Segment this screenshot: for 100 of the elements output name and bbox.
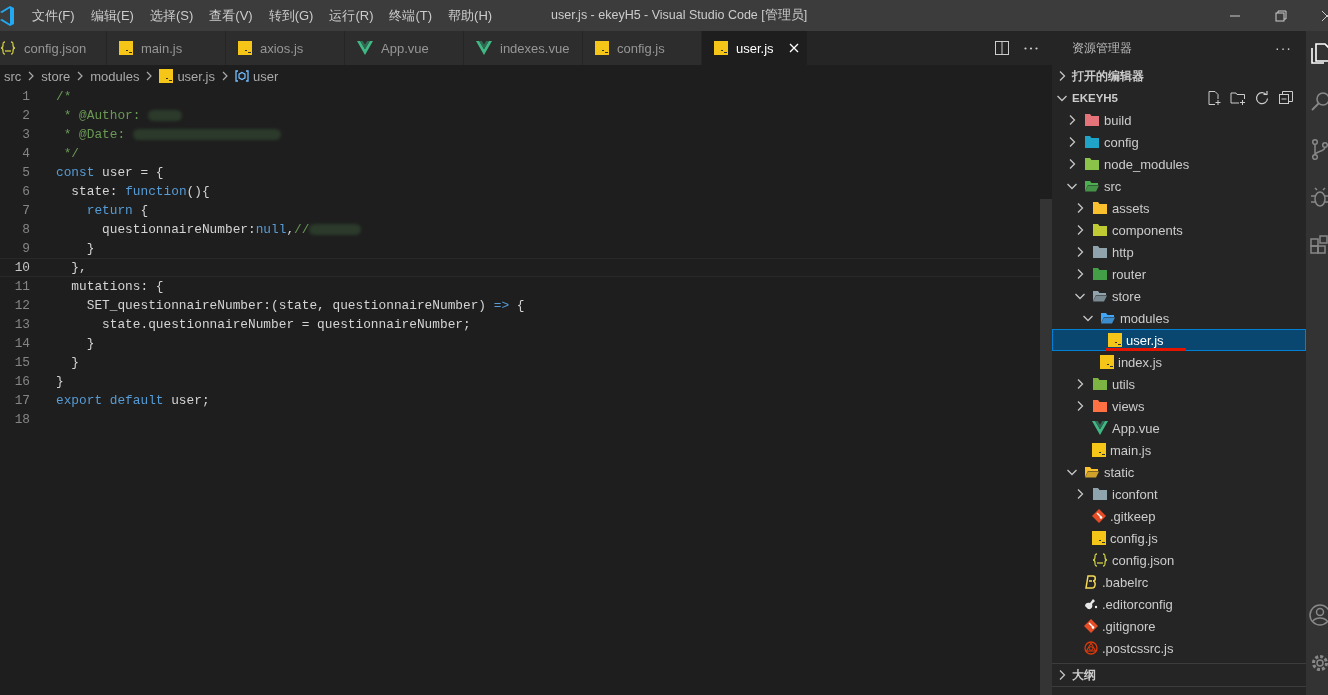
tree-item[interactable]: .babelrc <box>1052 571 1306 593</box>
js-file-icon <box>1092 531 1106 545</box>
js-file-icon <box>1092 443 1106 457</box>
line-number: 5 <box>21 165 30 180</box>
close-icon <box>789 43 799 53</box>
editor-tab[interactable]: user.js <box>702 31 808 65</box>
code-text: * @Author: <box>62 108 142 123</box>
js-file-icon <box>714 41 728 55</box>
diamond-icon <box>1084 619 1098 633</box>
breadcrumb-item[interactable]: modules <box>90 68 140 84</box>
tree-item[interactable]: .postcssrc.js <box>1052 637 1306 659</box>
tree-item[interactable]: static <box>1052 461 1306 483</box>
files-icon[interactable] <box>1308 41 1328 65</box>
code-text: null <box>255 222 287 237</box>
section-header[interactable]: 打开的编辑器 <box>1052 65 1306 87</box>
circle-target-icon <box>1084 641 1098 655</box>
editor-tab[interactable]: config.json <box>0 31 107 65</box>
code-text: SET_questionnaireNumber:(state, questionnaireNumber) <box>85 298 488 313</box>
code-text: state.questionnaireNumber = questionnaireNumber; <box>101 317 471 332</box>
tree-item[interactable]: src <box>1052 175 1306 197</box>
tree-item[interactable]: config <box>1052 131 1306 153</box>
breadcrumb-item[interactable]: user <box>252 68 279 84</box>
code-text: /* <box>56 89 72 104</box>
tree-item[interactable]: assets <box>1052 197 1306 219</box>
code-text: mutations: { <box>70 279 164 294</box>
tree-item[interactable]: store <box>1052 285 1306 307</box>
b-letter-icon <box>1084 575 1098 589</box>
line-number: 7 <box>21 203 30 218</box>
tree-item[interactable]: components <box>1052 219 1306 241</box>
tree-item[interactable]: index.js <box>1052 351 1306 373</box>
line-number: 15 <box>13 355 30 370</box>
tree-item[interactable]: main.js <box>1052 439 1306 461</box>
tree-item[interactable]: router <box>1052 263 1306 285</box>
menu-item[interactable]: 终端(T) <box>381 0 441 31</box>
symbol-icon <box>234 69 249 83</box>
new-file-icon <box>1206 90 1222 106</box>
editor-tab[interactable]: axios.js <box>226 31 345 65</box>
code-text: user = { <box>101 165 164 180</box>
bug-icon[interactable] <box>1308 185 1328 209</box>
code-text: (){ <box>186 184 210 199</box>
section-header[interactable]: EKEYH5 <box>1052 87 1206 109</box>
account-icon[interactable] <box>1308 603 1328 627</box>
breadcrumb-item[interactable]: src <box>4 68 22 84</box>
editor-tab[interactable]: App.vue <box>345 31 464 65</box>
code-text: // <box>294 222 310 237</box>
tree-item[interactable]: config.json <box>1052 549 1306 571</box>
line-number: 10 <box>13 260 30 275</box>
code-text: => <box>493 298 510 313</box>
tree-item[interactable]: views <box>1052 395 1306 417</box>
more-icon <box>1024 46 1038 50</box>
braces-icon <box>1092 553 1108 567</box>
sidebar-title: 资源管理器 <box>1072 39 1132 57</box>
section-header[interactable]: 大纲 <box>1052 664 1306 687</box>
menu-item[interactable]: 转到(G) <box>260 0 322 31</box>
menu-item[interactable]: 运行(R) <box>321 0 382 31</box>
extensions-icon[interactable] <box>1308 233 1328 257</box>
code-text: { <box>139 203 149 218</box>
tree-item[interactable]: iconfont <box>1052 483 1306 505</box>
tree-item[interactable]: user.js <box>1052 329 1306 351</box>
tree-item[interactable]: modules <box>1052 307 1306 329</box>
line-number: 12 <box>13 298 30 313</box>
line-number: 3 <box>21 127 30 142</box>
line-number: 1 <box>21 89 30 104</box>
code-text: } <box>56 374 64 389</box>
menu-item[interactable]: 选择(S) <box>141 0 202 31</box>
code-text: */ <box>62 146 80 161</box>
tree-item[interactable]: node_modules <box>1052 153 1306 175</box>
tree-item[interactable]: .gitkeep <box>1052 505 1306 527</box>
vue-file-icon <box>357 41 373 55</box>
code-text: } <box>85 241 95 256</box>
code-text: const <box>56 165 95 180</box>
code-text: } <box>70 355 80 370</box>
editor-tab[interactable]: indexes.vue <box>464 31 583 65</box>
breadcrumb-item[interactable]: store <box>41 68 71 84</box>
tree-item[interactable]: utils <box>1052 373 1306 395</box>
code-text: } <box>85 336 95 351</box>
tree-item[interactable]: .gitignore <box>1052 615 1306 637</box>
menu-item[interactable]: 查看(V) <box>201 0 261 31</box>
code-text: questionnaireNumber: <box>101 222 256 237</box>
scrollbar[interactable] <box>1040 199 1052 695</box>
line-number: 17 <box>13 393 30 408</box>
tree-item[interactable]: config.js <box>1052 527 1306 549</box>
tree-item[interactable]: App.vue <box>1052 417 1306 439</box>
code-text: return <box>85 203 133 218</box>
menu-item[interactable]: 帮助(H) <box>440 0 501 31</box>
more-actions-button[interactable]: ··· <box>1275 40 1292 56</box>
editor-tab[interactable]: config.js <box>583 31 702 65</box>
tree-item[interactable]: .editorconfig <box>1052 593 1306 615</box>
menu-item[interactable]: 文件(F) <box>24 0 83 31</box>
vue-file-icon <box>476 41 492 55</box>
collapse-all-icon <box>1278 90 1294 106</box>
line-number: 4 <box>21 146 30 161</box>
editor-tab[interactable]: main.js <box>107 31 226 65</box>
menu-item[interactable]: 编辑(E) <box>82 0 142 31</box>
line-number: 14 <box>13 336 30 351</box>
tree-item[interactable]: http <box>1052 241 1306 263</box>
redaction-smudge <box>309 224 362 235</box>
tree-item[interactable]: build <box>1052 109 1306 131</box>
breadcrumb-item[interactable]: user.js <box>177 68 215 84</box>
code-text: user; <box>170 393 210 408</box>
